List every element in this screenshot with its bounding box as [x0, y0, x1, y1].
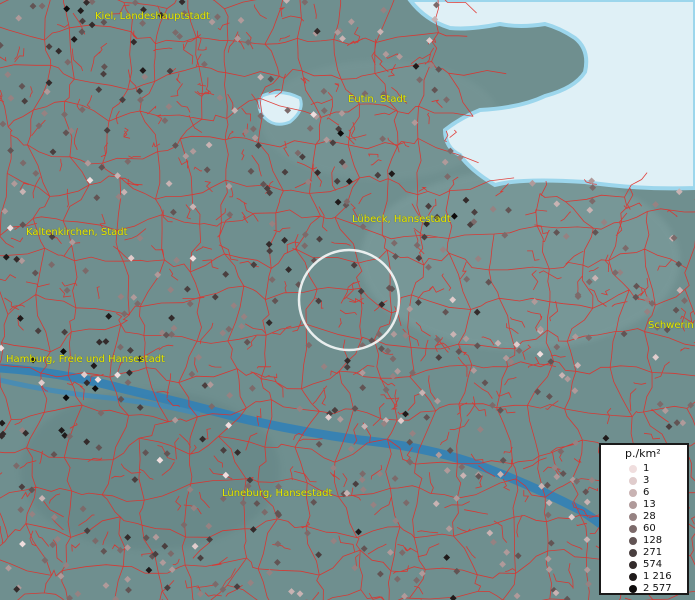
- legend-swatch: [629, 477, 637, 485]
- legend-value: 128: [643, 535, 663, 546]
- legend-title: p./km²: [625, 447, 661, 460]
- legend-value: 13: [643, 499, 656, 510]
- legend-value: 1: [643, 463, 650, 474]
- legend-item: 13: [601, 499, 687, 511]
- legend-swatch: [629, 489, 637, 497]
- legend-item: 6: [601, 487, 687, 499]
- legend-item: 3: [601, 475, 687, 487]
- legend-swatch: [629, 585, 637, 593]
- legend-item: 1 216: [601, 571, 687, 583]
- legend-value: 28: [643, 511, 656, 522]
- legend-value: 60: [643, 523, 656, 534]
- city-label-luebeck: Lübeck, Hansestadt: [352, 214, 451, 225]
- density-legend: p./km² 1 3 6 13 28 60 128 271 574 1 216 …: [599, 443, 689, 595]
- legend-swatch: [629, 465, 637, 473]
- legend-item: 271: [601, 547, 687, 559]
- legend-swatch: [629, 573, 637, 581]
- legend-item: 574: [601, 559, 687, 571]
- legend-item: 60: [601, 523, 687, 535]
- legend-value: 271: [643, 547, 663, 558]
- population-density-map[interactable]: Kiel, Landeshauptstadt Eutin, Stadt Kalt…: [0, 0, 695, 600]
- legend-swatch: [629, 513, 637, 521]
- legend-swatch: [629, 525, 637, 533]
- city-label-kiel: Kiel, Landeshauptstadt: [95, 11, 210, 22]
- city-label-eutin: Eutin, Stadt: [348, 94, 407, 105]
- legend-value: 574: [643, 559, 663, 570]
- legend-swatch: [629, 549, 637, 557]
- city-label-hamburg: Hamburg, Freie und Hansestadt: [6, 354, 165, 365]
- map-canvas[interactable]: [0, 0, 695, 600]
- city-label-kaltenkirchen: Kaltenkirchen, Stadt: [26, 227, 128, 238]
- legend-swatch: [629, 537, 637, 545]
- legend-swatch: [629, 501, 637, 509]
- legend-value: 2 577: [643, 583, 672, 594]
- legend-value: 6: [643, 487, 650, 498]
- legend-swatch: [629, 561, 637, 569]
- city-label-lueneburg: Lüneburg, Hansestadt: [222, 488, 333, 499]
- legend-item: 128: [601, 535, 687, 547]
- legend-value: 3: [643, 475, 650, 486]
- lake: [257, 91, 303, 126]
- city-label-schwerin: Schwerin: [648, 320, 694, 331]
- legend-item: 1: [601, 463, 687, 475]
- legend-value: 1 216: [643, 571, 672, 582]
- legend-item: 28: [601, 511, 687, 523]
- legend-item: 2 577: [601, 583, 687, 595]
